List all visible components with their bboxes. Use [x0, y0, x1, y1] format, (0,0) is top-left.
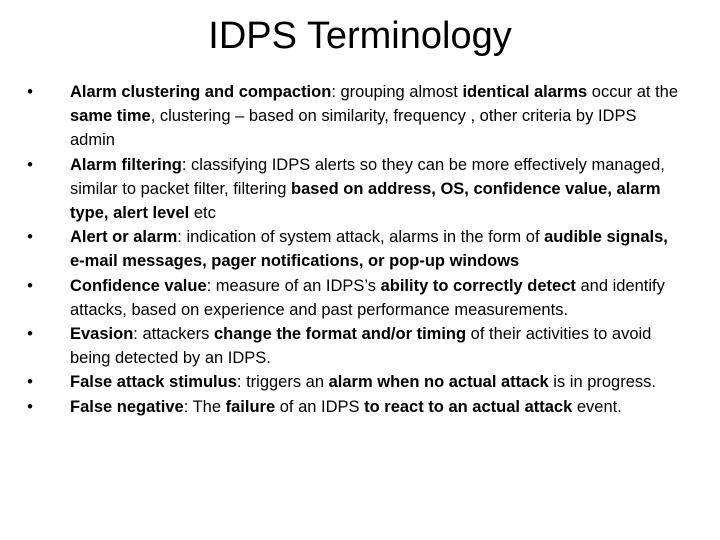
term-emphasis: change the format and/or timing	[213, 325, 467, 344]
term-emphasis: alarm when no actual attack	[328, 373, 549, 392]
terminology-list: • Alarm clustering and compaction: groupi…	[0, 80, 720, 419]
term-text: event.	[572, 397, 622, 416]
term-emphasis: Alarm filtering	[70, 155, 182, 174]
term-text: : measure of an IDPS’s	[206, 276, 381, 295]
term-text: etc	[189, 204, 216, 223]
term-emphasis: Evasion	[70, 325, 134, 344]
bullet-icon: •	[27, 155, 33, 174]
term-item: • Confidence value: measure of an IDPS’s …	[0, 274, 720, 322]
term-emphasis: identical alarms	[462, 83, 588, 101]
bullet-icon: •	[27, 325, 33, 344]
term-emphasis: same time	[70, 107, 151, 126]
term-text: : attackers	[133, 325, 214, 344]
term-emphasis: Confidence value	[70, 276, 207, 295]
term-item: • False attack stimulus: triggers an alar…	[0, 370, 720, 394]
term-item: • Alert or alarm: indication of system at…	[0, 225, 720, 273]
bullet-icon: •	[27, 228, 33, 247]
bullet-icon: •	[27, 397, 33, 416]
term-text: is in progress.	[548, 373, 656, 392]
bullet-icon: •	[27, 373, 33, 392]
term-emphasis: Alert or alarm	[70, 228, 178, 247]
term-text: occur at the	[587, 83, 679, 101]
term-emphasis: False attack stimulus	[70, 373, 237, 392]
term-item: • False negative: The failure of an IDPS …	[0, 395, 720, 419]
term-emphasis: to react to an actual attack	[364, 397, 573, 416]
term-text: : triggers an	[236, 373, 329, 392]
term-emphasis: ability to correctly detect	[380, 276, 576, 295]
term-emphasis: False negative	[70, 397, 184, 416]
term-text: , clustering – based on similarity, freq…	[70, 107, 637, 150]
term-item: • Evasion: attackers change the format an…	[0, 322, 720, 370]
term-text: : The	[183, 397, 226, 416]
term-emphasis: Alarm clustering and compaction	[70, 83, 332, 101]
term-text: : grouping almost	[331, 83, 463, 101]
slide-title: IDPS Terminology	[208, 15, 512, 57]
term-emphasis: failure	[225, 397, 276, 416]
bullet-icon: •	[27, 276, 33, 295]
term-text: of an IDPS	[275, 397, 365, 416]
term-item: • Alarm filtering: classifying IDPS alert…	[0, 153, 720, 226]
term-item: • Alarm clustering and compaction: groupi…	[0, 80, 720, 153]
bullet-icon: •	[27, 83, 33, 101]
term-text: : indication of system attack, alarms in…	[177, 228, 545, 247]
